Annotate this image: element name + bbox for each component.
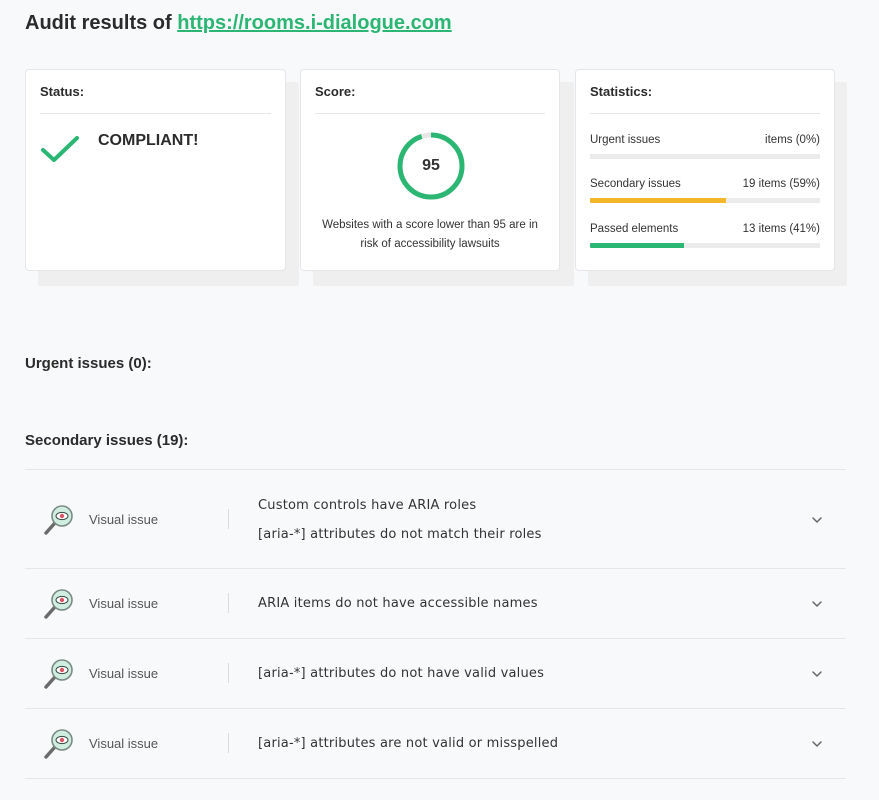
status-card-heading: Status: [40, 84, 271, 114]
magnifier-eye-icon [44, 589, 73, 619]
issue-message: [aria-*] attributes do not match their r… [258, 527, 542, 542]
divider [228, 663, 229, 683]
stat-progress-track [590, 198, 820, 203]
page-title: Audit results of https://rooms.i-dialogu… [25, 12, 452, 35]
score-value: 95 [422, 157, 440, 174]
status-card: Status: COMPLIANT! [25, 69, 286, 271]
stat-secondary: Secondary issues 19 items (59%) [590, 178, 820, 212]
site-url-link[interactable]: https://rooms.i-dialogue.com [177, 12, 451, 34]
stat-progress-fill [590, 198, 726, 203]
stat-label: Passed elements [590, 223, 679, 235]
status-value: COMPLIANT! [98, 132, 199, 149]
urgent-issues-heading: Urgent issues (0): [25, 355, 152, 372]
stat-urgent: Urgent issues items (0%) [590, 134, 820, 168]
issue-message: ARIA items do not have accessible names [258, 596, 538, 611]
score-card: Score: 95 Websites with a score lower th… [300, 69, 560, 271]
issue-message: [aria-*] attributes do not have valid va… [258, 666, 545, 681]
issue-row[interactable]: Visual issue Custom controls have ARIA r… [25, 470, 846, 569]
issue-messages: [aria-*] attributes do not have valid va… [258, 659, 544, 688]
chevron-down-icon[interactable] [810, 597, 824, 611]
chevron-down-icon[interactable] [810, 667, 824, 681]
issue-type: Visual issue [89, 736, 159, 751]
stat-progress-track [590, 243, 820, 248]
issue-type: Visual issue [89, 596, 159, 611]
stat-value: items (0%) [765, 134, 820, 146]
chevron-down-icon[interactable] [810, 513, 824, 527]
secondary-issues-heading: Secondary issues (19): [25, 432, 189, 449]
magnifier-eye-icon [44, 729, 73, 759]
issue-row[interactable]: Visual issue [aria-*] attributes are not… [25, 709, 846, 779]
stats-card: Statistics: Urgent issues items (0%) Sec… [575, 69, 835, 271]
issue-row[interactable]: Visual issue ARIA items do not have acce… [25, 569, 846, 639]
magnifier-eye-icon [44, 659, 73, 689]
title-prefix: Audit results of [25, 12, 172, 34]
stats-card-heading: Statistics: [590, 84, 820, 114]
stat-progress-track [590, 154, 820, 159]
score-description: Websites with a score lower than 95 are … [322, 219, 538, 250]
stat-passed: Passed elements 13 items (41%) [590, 223, 820, 257]
divider [228, 593, 229, 613]
issue-messages: [aria-*] attributes are not valid or mis… [258, 729, 558, 758]
issue-row[interactable]: Visual issue [aria-*] attributes do not … [25, 639, 846, 709]
issue-type: Visual issue [89, 512, 159, 527]
stat-label: Secondary issues [590, 178, 681, 190]
divider [228, 733, 229, 753]
magnifier-eye-icon [44, 505, 73, 535]
issue-message: [aria-*] attributes are not valid or mis… [258, 736, 559, 751]
score-card-heading: Score: [315, 84, 545, 114]
issue-messages: ARIA items do not have accessible names [258, 589, 538, 618]
divider [228, 509, 229, 529]
stat-progress-fill [590, 243, 685, 248]
issue-list: Visual issue Custom controls have ARIA r… [25, 469, 846, 779]
issue-messages: Custom controls have ARIA roles [aria-*]… [258, 491, 542, 549]
stat-value: 13 items (41%) [742, 223, 820, 235]
issue-type: Visual issue [89, 666, 159, 681]
checkmark-icon [41, 136, 79, 162]
stat-label: Urgent issues [590, 134, 661, 146]
stat-value: 19 items (59%) [742, 178, 820, 190]
chevron-down-icon[interactable] [810, 737, 824, 751]
issue-message: Custom controls have ARIA roles [258, 498, 477, 513]
